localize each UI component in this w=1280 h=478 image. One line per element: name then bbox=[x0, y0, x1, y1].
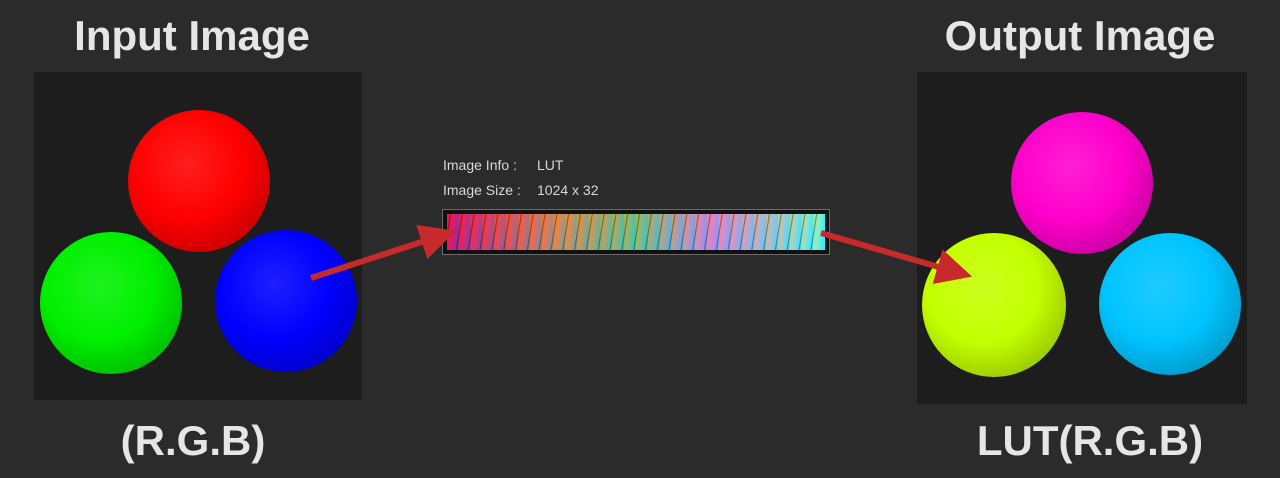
arrows-layer bbox=[310, 224, 973, 284]
lut-diagram: Input Image (R.G.B) Image Info : LUT Ima… bbox=[0, 0, 1280, 478]
input-to-lut-arrow bbox=[310, 224, 456, 281]
lut-to-output-arrow bbox=[820, 230, 973, 284]
